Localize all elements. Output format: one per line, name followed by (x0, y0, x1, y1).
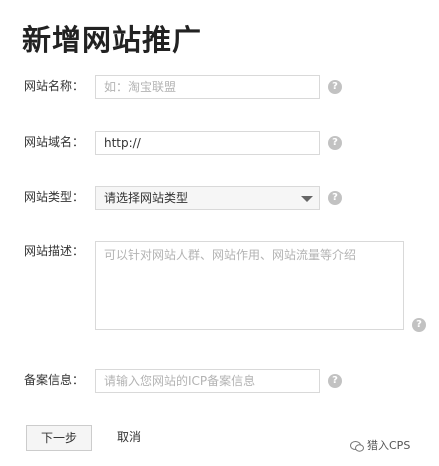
website-name-input[interactable] (95, 75, 320, 99)
website-description-help-icon[interactable]: ? (412, 318, 426, 332)
chevron-down-icon (301, 196, 313, 202)
icp-info-input[interactable] (95, 369, 320, 393)
website-type-selected-value: 请选择网站类型 (104, 191, 189, 205)
wechat-icon (350, 440, 364, 452)
watermark: 猎入CPS (350, 438, 410, 454)
website-domain-label: 网站域名： (24, 135, 85, 149)
website-type-help-icon[interactable]: ? (328, 191, 342, 205)
next-step-button[interactable]: 下一步 (26, 425, 92, 451)
website-name-help-icon[interactable]: ? (328, 80, 342, 94)
watermark-text: 猎入CPS (367, 439, 411, 452)
page-title: 新增网站推广 (22, 23, 203, 57)
website-domain-help-icon[interactable]: ? (328, 136, 342, 150)
website-description-label: 网站描述： (24, 244, 85, 258)
website-name-label: 网站名称： (24, 79, 85, 93)
website-domain-input[interactable] (95, 131, 320, 155)
cancel-link[interactable]: 取消 (117, 429, 141, 445)
website-description-textarea[interactable] (95, 241, 404, 330)
website-type-select[interactable]: 请选择网站类型 (95, 186, 320, 210)
website-type-label: 网站类型： (24, 190, 85, 204)
icp-info-help-icon[interactable]: ? (328, 374, 342, 388)
icp-info-label: 备案信息： (24, 373, 85, 387)
